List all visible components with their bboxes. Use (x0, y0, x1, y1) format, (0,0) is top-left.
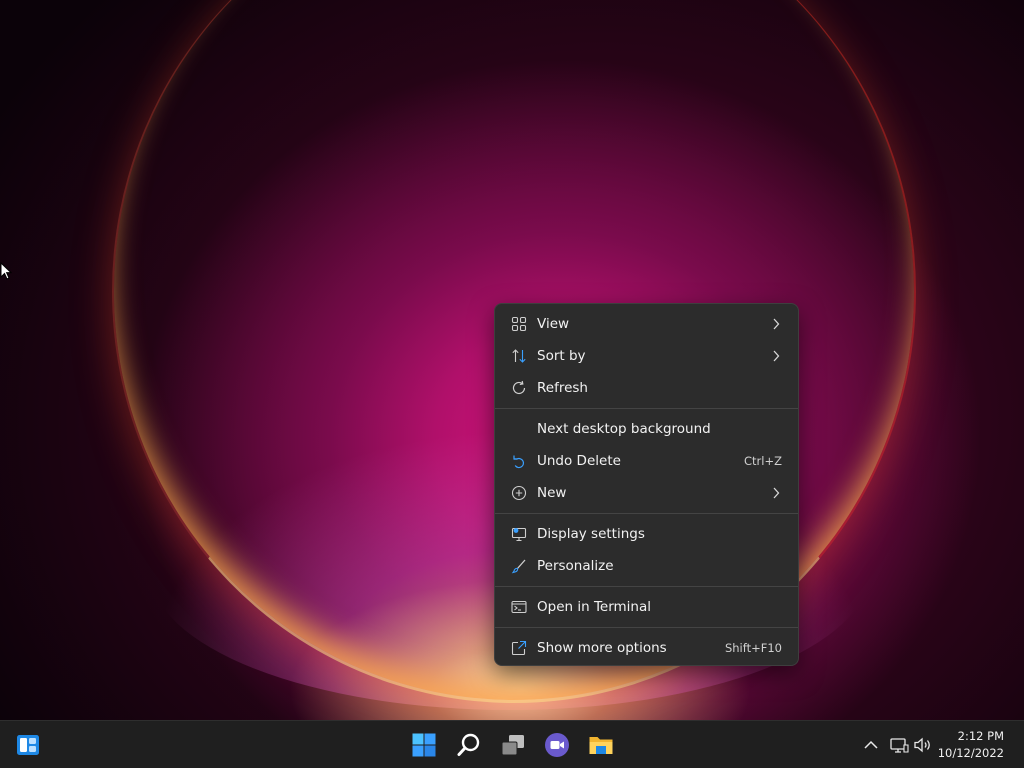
display-icon (511, 527, 527, 542)
volume-icon[interactable] (913, 735, 933, 755)
menu-separator (495, 627, 798, 628)
menu-item-display-settings[interactable]: Display settings (499, 518, 794, 550)
clock-date[interactable]: 10/12/2022 (938, 746, 1004, 760)
share-icon (511, 640, 527, 656)
shortcut-hint: Ctrl+Z (744, 454, 782, 468)
menu-item-label: Show more options (537, 640, 667, 656)
menu-separator (495, 408, 798, 409)
shortcut-hint: Shift+F10 (724, 641, 782, 655)
menu-item-label: Personalize (537, 558, 614, 574)
start-icon[interactable] (411, 732, 437, 758)
menu-item-label: Sort by (537, 348, 586, 364)
menu-item-sort-by[interactable]: Sort by (499, 340, 794, 372)
network-icon[interactable] (889, 735, 909, 755)
clock-time[interactable]: 2:12 PM (958, 729, 1004, 743)
undo-icon (513, 455, 525, 469)
chevron-right-icon (773, 487, 780, 499)
menu-item-refresh[interactable]: Refresh (499, 372, 794, 404)
widgets-icon[interactable] (15, 732, 41, 758)
new-plus-icon (511, 485, 527, 501)
menu-item-label: New (537, 485, 567, 501)
menu-item-undo-delete[interactable]: Undo Delete Ctrl+Z (499, 445, 794, 477)
menu-item-view[interactable]: View (499, 308, 794, 340)
sort-icon (512, 349, 526, 363)
menu-item-label: Undo Delete (537, 453, 621, 469)
view-grid-icon (511, 316, 527, 332)
file-explorer-icon[interactable] (588, 732, 614, 758)
menu-item-new[interactable]: New (499, 477, 794, 509)
menu-item-next-desktop-background[interactable]: Next desktop background (499, 413, 794, 445)
teams-chat-icon[interactable] (544, 732, 570, 758)
search-icon[interactable] (456, 732, 482, 758)
menu-item-label: Refresh (537, 380, 588, 396)
desktop-context-menu: View Sort by Refresh Next desktop backgr… (494, 303, 799, 666)
task-view-icon[interactable] (500, 732, 526, 758)
menu-item-label: Next desktop background (537, 421, 711, 437)
chevron-right-icon (773, 318, 780, 330)
menu-separator (495, 513, 798, 514)
chevron-right-icon (773, 350, 780, 362)
menu-item-show-more-options[interactable]: Show more options Shift+F10 (499, 632, 794, 664)
terminal-icon (511, 600, 527, 614)
menu-item-label: Open in Terminal (537, 599, 651, 615)
menu-item-label: Display settings (537, 526, 645, 542)
brush-icon (511, 559, 526, 574)
refresh-icon (512, 380, 526, 395)
menu-item-personalize[interactable]: Personalize (499, 550, 794, 582)
menu-item-open-in-terminal[interactable]: Open in Terminal (499, 591, 794, 623)
mouse-pointer-icon (0, 262, 12, 280)
taskbar: 2:12 PM 10/12/2022 (0, 720, 1024, 768)
menu-item-label: View (537, 316, 570, 332)
chevron-up-icon[interactable] (861, 735, 881, 755)
menu-separator (495, 586, 798, 587)
